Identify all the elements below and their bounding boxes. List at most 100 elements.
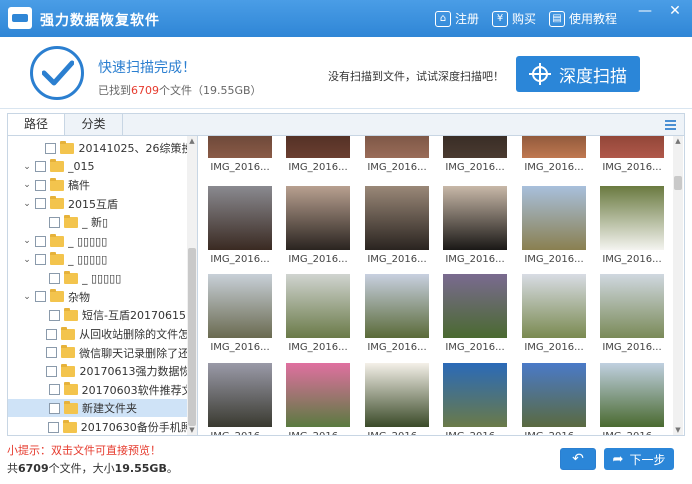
tree-checkbox[interactable] [49, 402, 60, 414]
photo-thumbnail[interactable]: IMG_2016... [286, 186, 350, 265]
crosshair-icon [529, 63, 551, 85]
tree-item[interactable]: ⌄ 2015互盾 [8, 195, 188, 213]
photo-filename: IMG_2016... [365, 431, 429, 435]
tree-item[interactable]: 20170630备份手机照片 [8, 418, 188, 435]
photo-image [443, 363, 507, 427]
tree-checkbox[interactable] [49, 309, 60, 321]
tree-checkbox[interactable] [45, 142, 57, 154]
folder-icon [50, 177, 64, 191]
grid-scroll-thumb[interactable] [674, 176, 682, 190]
scroll-up-icon[interactable]: ▲ [187, 136, 197, 146]
scroll-down-icon[interactable]: ▼ [187, 425, 197, 435]
photo-thumbnail[interactable]: IMG_2016... [522, 363, 586, 435]
purchase-icon: ¥ [492, 10, 508, 27]
tree-item[interactable]: 20170613强力数据恢复-U盘 [8, 362, 188, 380]
tree-item[interactable]: _ ▯▯▯▯▯ [8, 269, 188, 287]
folder-icon [64, 400, 78, 414]
photo-filename: IMG_2016... [524, 162, 584, 173]
tree-item[interactable]: 短信-互盾20170615 [8, 306, 188, 324]
tree-item[interactable]: 20170603软件推荐文 [8, 381, 188, 399]
tree-checkbox[interactable] [35, 179, 46, 191]
tree-item[interactable]: ⌄ _ ▯▯▯▯▯ [8, 232, 188, 250]
deep-scan-button[interactable]: 深度扫描 [516, 56, 640, 92]
photo-thumbnail[interactable]: IMG_2016... [600, 186, 664, 265]
photo-image [522, 136, 586, 158]
tree-item[interactable]: ⌄ 稿件 [8, 176, 188, 194]
tree-checkbox[interactable] [35, 254, 46, 266]
photo-thumbnail[interactable]: IMG_2016... [365, 274, 429, 353]
expand-chevron-icon[interactable]: ⌄ [22, 180, 32, 190]
photo-thumbnail[interactable]: IMG_2016... [600, 274, 664, 353]
close-button[interactable]: ✕ [660, 0, 690, 22]
grid-scrollbar[interactable]: ▲ ▼ [673, 136, 683, 435]
photo-thumbnail[interactable]: IMG_2016... [208, 363, 272, 435]
photo-filename: IMG_2016... [522, 431, 586, 435]
photo-thumbnail[interactable]: IMG_2016... [208, 136, 272, 173]
expand-chevron-icon[interactable]: ⌄ [22, 292, 32, 302]
register-link[interactable]: ⌂ 注册 [435, 10, 479, 27]
photo-thumbnail[interactable]: IMG_2016... [443, 274, 507, 353]
tree-item[interactable]: _ 新▯ [8, 213, 188, 231]
photo-thumbnail[interactable]: IMG_2016... [522, 186, 586, 265]
next-step-button[interactable]: ➦ 下一步 [604, 448, 674, 470]
photo-thumbnail[interactable]: IMG_2016... [443, 186, 507, 265]
tree-checkbox[interactable] [49, 272, 60, 284]
tree-checkbox[interactable] [35, 291, 46, 303]
tree-item[interactable]: 20141025、26综策投资咨询有限 [8, 139, 188, 157]
tree-checkbox[interactable] [47, 421, 59, 433]
photo-filename: IMG_2016... [602, 162, 662, 173]
back-button[interactable]: ↶ [560, 448, 596, 470]
tree-checkbox[interactable] [35, 235, 46, 247]
tree-checkbox[interactable] [46, 365, 58, 377]
photo-thumbnail[interactable]: IMG_2016... [365, 363, 429, 435]
expand-chevron-icon[interactable]: ⌄ [22, 255, 32, 265]
tree-item[interactable]: ⌄ _ ▯▯▯▯▯ [8, 251, 188, 269]
deep-scan-hint: 没有扫描到文件，试试深度扫描吧！ [328, 70, 504, 83]
menu-icon[interactable] [665, 120, 676, 130]
expand-chevron-icon[interactable]: ⌄ [22, 162, 32, 172]
photo-thumbnail[interactable]: IMG_2016... [365, 186, 429, 265]
expand-chevron-icon[interactable]: ⌄ [22, 199, 32, 209]
tutorial-link[interactable]: ▤ 使用教程 [549, 10, 617, 27]
next-step-label: 下一步 [629, 452, 666, 467]
photo-thumbnail[interactable]: IMG_2016... [286, 274, 350, 353]
photo-thumbnail[interactable]: IMG_2016... [365, 136, 429, 173]
photo-image [286, 136, 350, 158]
check-circle-icon [30, 46, 84, 100]
photo-thumbnail[interactable]: IMG_2016... [208, 274, 272, 353]
tree-scrollbar[interactable]: ▲ ▼ [187, 136, 197, 435]
folder-icon [50, 159, 64, 173]
folder-icon [50, 196, 64, 210]
photo-thumbnail[interactable]: IMG_2016... [443, 136, 507, 173]
tree-item[interactable]: ⌄ 杂物 [8, 288, 188, 306]
tree-item[interactable]: 新建文件夹 [8, 399, 188, 418]
scroll-up-icon[interactable]: ▲ [673, 136, 683, 146]
photo-thumbnail[interactable]: IMG_2016... [600, 136, 664, 173]
tree-checkbox[interactable] [35, 161, 46, 173]
tree-checkbox[interactable] [46, 347, 58, 359]
photo-thumbnail[interactable]: IMG_2016... [522, 136, 586, 173]
tree-item[interactable]: 微信聊天记录删除了还能看到吗 [8, 344, 188, 362]
photo-thumbnail[interactable]: IMG_2016... [443, 363, 507, 435]
photo-thumbnail[interactable]: IMG_2016... [286, 136, 350, 173]
tree-item[interactable]: ⌄ _015 [8, 158, 188, 176]
photo-filename: IMG_2016... [210, 342, 270, 353]
tab-category[interactable]: 分类 [65, 114, 123, 136]
minimize-button[interactable]: — [630, 0, 660, 22]
tree-item[interactable]: 从回收站删除的文件怎么恢复（ [8, 325, 188, 343]
tree-scroll-thumb[interactable] [188, 248, 196, 426]
photo-image [286, 363, 350, 427]
tab-path[interactable]: 路径 [8, 114, 65, 136]
photo-thumbnail[interactable]: IMG_2016... [286, 363, 350, 435]
tree-checkbox[interactable] [35, 198, 46, 210]
photo-image [600, 274, 664, 338]
expand-chevron-icon[interactable]: ⌄ [22, 236, 32, 246]
photo-thumbnail[interactable]: IMG_2016... [208, 186, 272, 265]
photo-thumbnail[interactable]: IMG_2016... [522, 274, 586, 353]
photo-thumbnail[interactable]: IMG_2016... [600, 363, 664, 435]
scroll-down-icon[interactable]: ▼ [673, 425, 683, 435]
tree-checkbox[interactable] [48, 384, 60, 396]
tree-checkbox[interactable] [49, 216, 60, 228]
tree-checkbox[interactable] [46, 328, 58, 340]
purchase-link[interactable]: ¥ 购买 [492, 10, 536, 27]
